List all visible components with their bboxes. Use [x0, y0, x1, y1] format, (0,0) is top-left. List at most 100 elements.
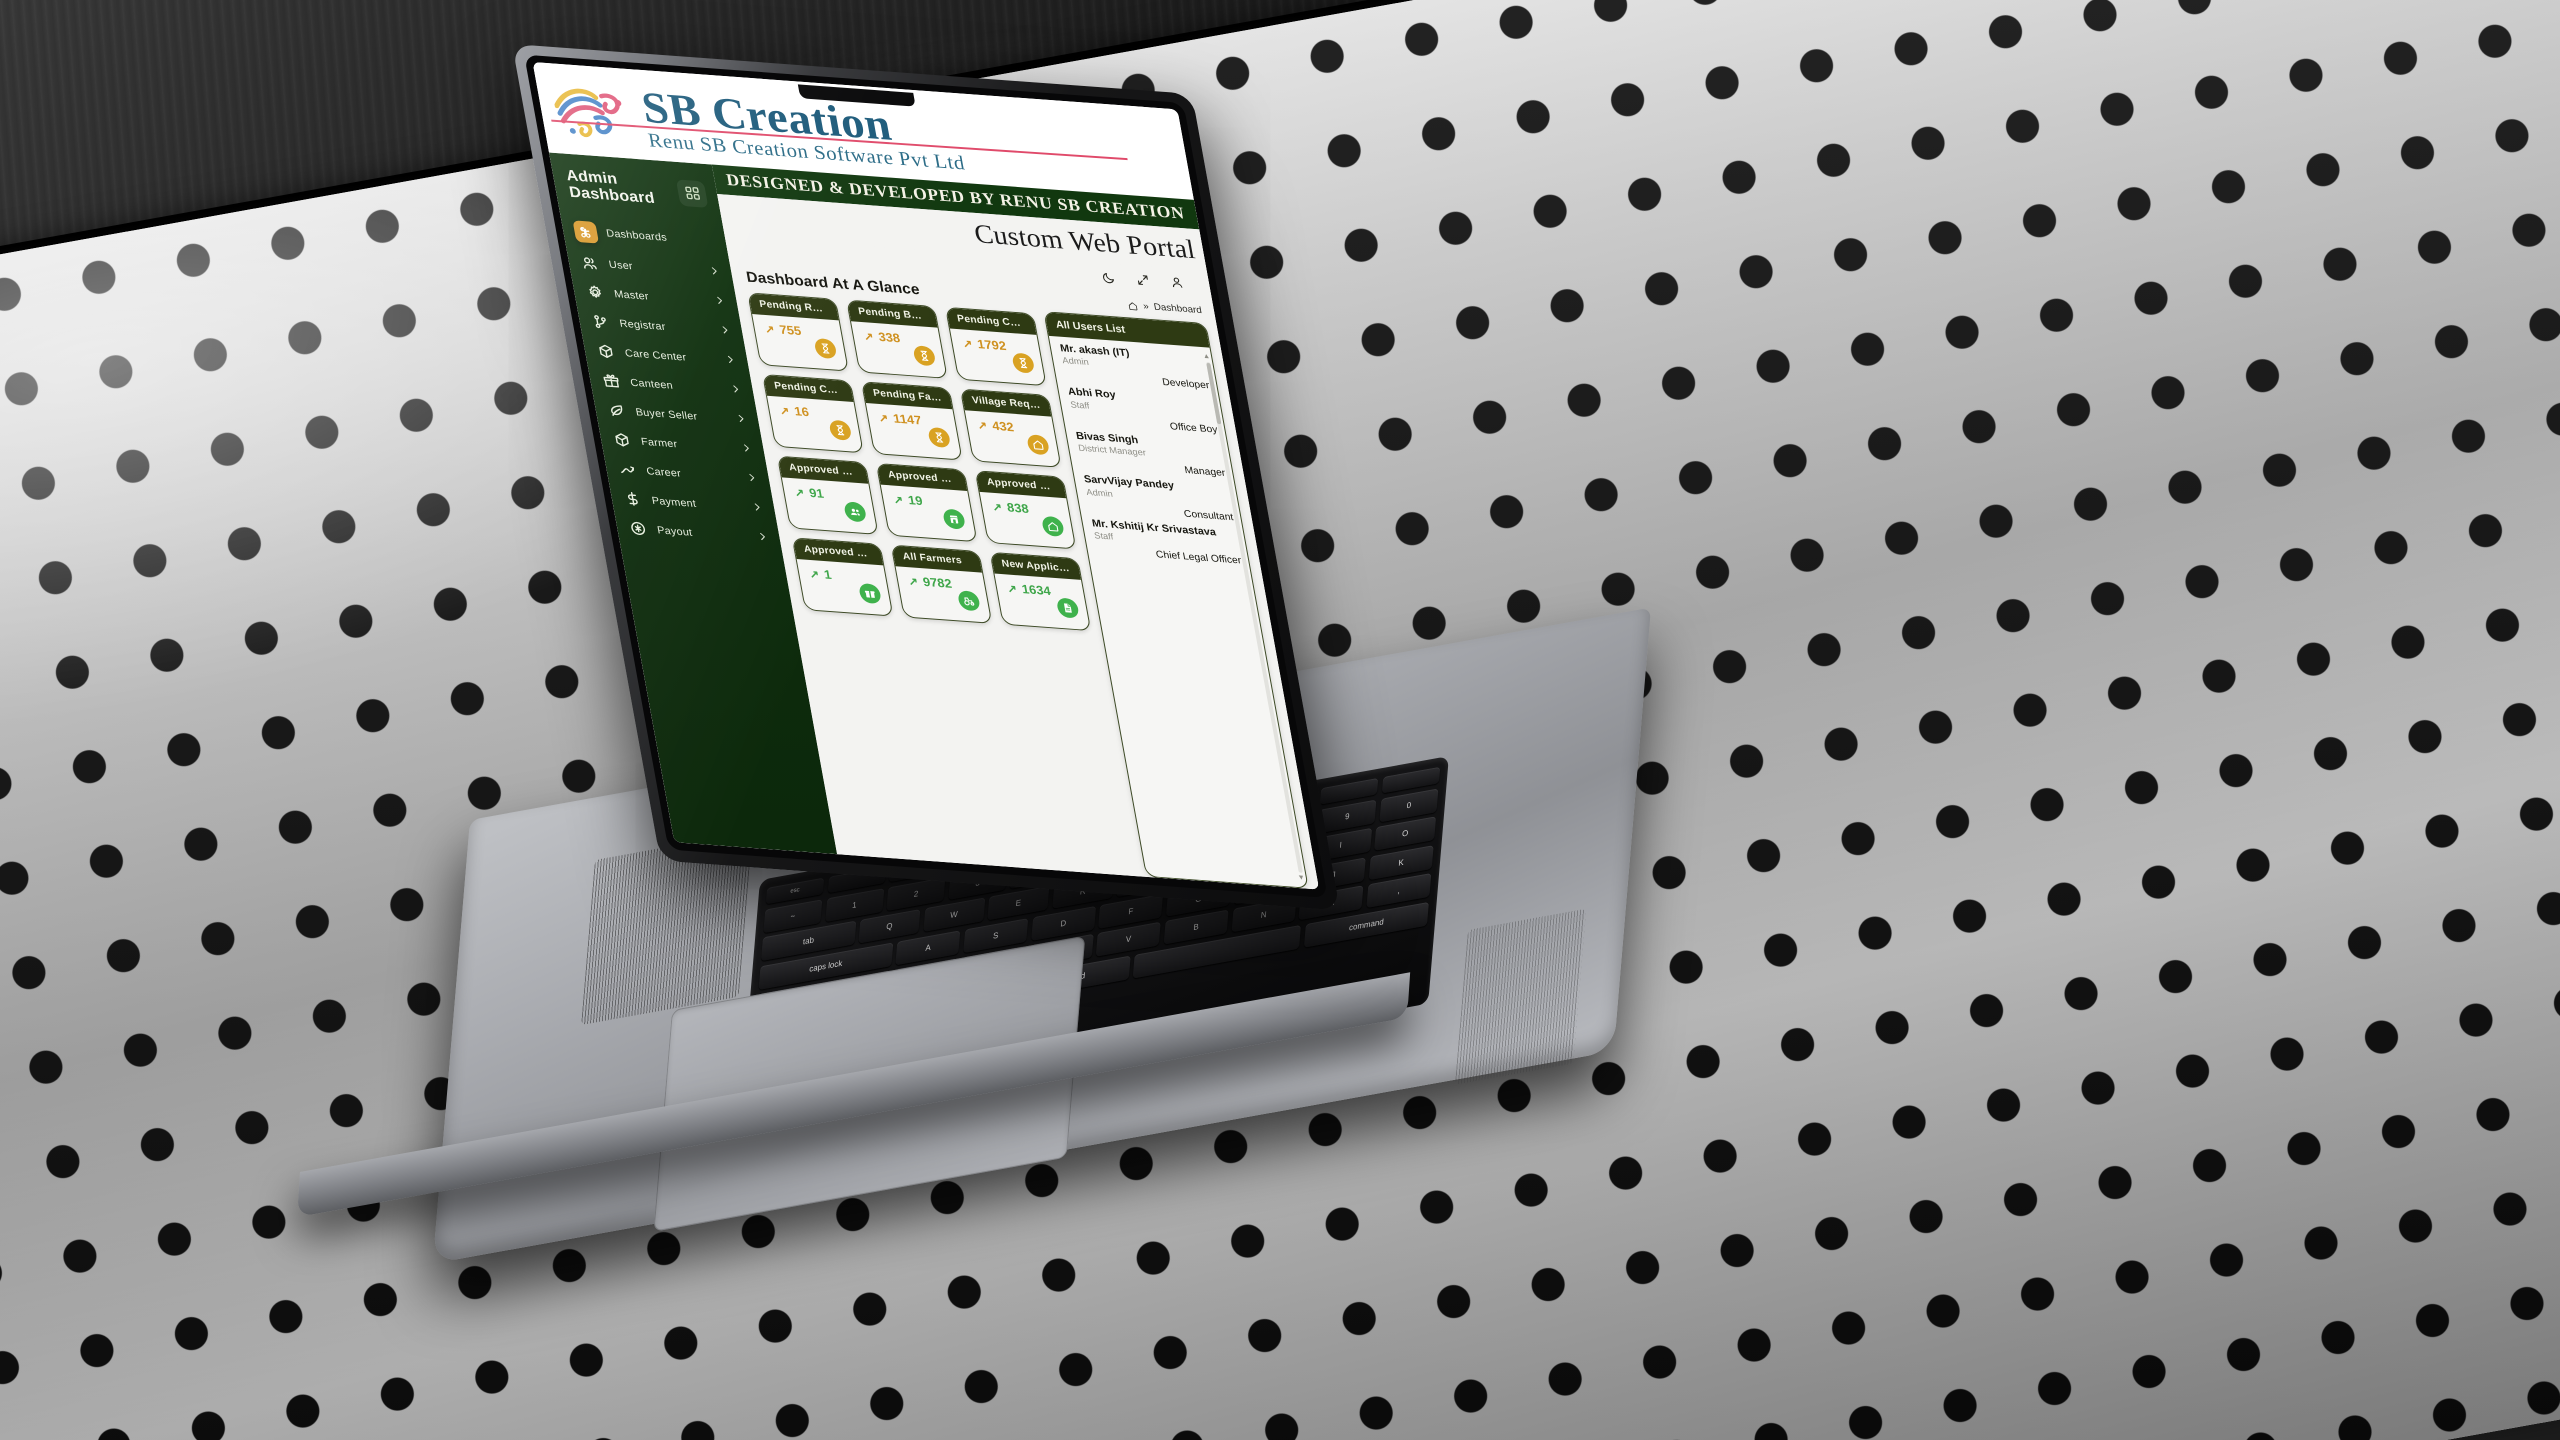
stat-card[interactable]: Pending Buyers/Sellers ↗ 338: [846, 299, 948, 379]
sidebar-item-label: Payout: [656, 524, 694, 539]
chevron-right-icon: [745, 471, 759, 486]
trend-arrow-icon: ↗: [862, 330, 875, 343]
user-list-item[interactable]: SarvVijay Pandey Admin Consultant: [1083, 473, 1234, 523]
stat-card[interactable]: All Farmers ↗ 9782: [890, 544, 993, 624]
chevron-right-icon: [756, 531, 770, 546]
laptop-device: esc ~1 23 45 67 89 0 tab QW ER TY UI: [0, 0, 2560, 1440]
command-icon: [572, 220, 600, 244]
stat-card-value-row: ↗ 1792: [961, 336, 1030, 355]
stat-card-value: 19: [906, 493, 924, 509]
chevron-right-icon: [729, 383, 743, 398]
laptop-lid: SB Creation Renu SB Creation Software Pv…: [512, 44, 1341, 911]
users-list-scrollbar[interactable]: ▲ ▼: [1202, 353, 1305, 882]
stat-card[interactable]: Pending Farmers ↗ 1147: [860, 381, 963, 461]
caret-down-icon[interactable]: ▼: [1297, 874, 1305, 881]
stat-card[interactable]: Approved Registrar ↗ 91: [776, 455, 879, 535]
stat-card-body: ↗ 9782: [896, 566, 991, 618]
users-group-icon: [843, 501, 868, 523]
sidebar-item-label: Payment: [650, 494, 698, 510]
user-list-item[interactable]: Mr. akash (IT) Admin Developer: [1059, 342, 1210, 392]
caret-up-icon[interactable]: ▲: [1202, 353, 1210, 360]
stat-card[interactable]: Approved Canteens ↗ 1: [791, 537, 894, 617]
home-icon: [1026, 434, 1051, 456]
user-list-item[interactable]: Bivas Singh District Manager Manager: [1075, 430, 1226, 480]
app-body: Admin Dashboard Dashboards User Master R…: [549, 152, 1320, 890]
home-icon: [1040, 515, 1066, 537]
chevron-right-icon: [708, 265, 722, 280]
floral-swirl-icon: [554, 88, 622, 138]
trend-arrow-icon: ↗: [976, 419, 989, 432]
store-icon: [941, 508, 967, 530]
doc-icon: [1055, 597, 1080, 619]
stat-card-value: 91: [808, 486, 825, 501]
stat-card-value-row: ↗ 838: [991, 500, 1060, 519]
trend-arrow-icon: ↗: [892, 493, 905, 507]
fullscreen-expand-icon[interactable]: [1133, 271, 1152, 288]
stat-card-body: ↗ 755: [752, 314, 847, 366]
trend-arrow-icon: ↗: [907, 575, 920, 588]
stat-card-value: 9782: [921, 575, 953, 591]
users-icon: [578, 253, 601, 273]
chevron-right-icon: [713, 294, 727, 309]
stat-card-value: 838: [1005, 500, 1030, 516]
trend-arrow-icon: ↗: [961, 337, 974, 351]
stat-card-value: 432: [990, 418, 1015, 435]
stat-card[interactable]: Pending Care Centers ↗ 1792: [944, 306, 1047, 387]
breadcrumb-current[interactable]: Dashboard: [1153, 302, 1203, 316]
stat-card-body: ↗ 432: [965, 410, 1060, 462]
stat-card[interactable]: Pending Registrar ↗ 755: [747, 292, 850, 372]
stat-card-body: ↗ 1792: [950, 329, 1045, 381]
sidebar-item-label: Master: [613, 288, 650, 303]
stat-card-body: ↗ 91: [782, 477, 877, 529]
user-list-item[interactable]: Mr. Kshitij Kr Srivastava Staff Chief Lega…: [1091, 517, 1242, 567]
stat-card-body: ↗ 1147: [866, 403, 961, 455]
git-branch-icon: [589, 312, 612, 332]
stat-card-value-row: ↗ 91: [793, 485, 862, 504]
scene-background: esc ~1 23 45 67 89 0 tab QW ER TY UI: [0, 0, 2560, 1440]
stat-card-body: ↗ 16: [767, 396, 862, 448]
sidebar-header: Admin Dashboard: [551, 162, 721, 212]
chevron-right-icon: [734, 412, 748, 427]
chevron-right-icon: [724, 353, 738, 368]
stat-card-value-row: ↗ 755: [764, 322, 833, 341]
stat-card-body: ↗ 1634: [994, 574, 1089, 626]
hourglass-icon: [813, 337, 838, 360]
gear-icon: [584, 282, 607, 302]
trend-arrow-icon: ↗: [778, 404, 791, 418]
stat-card-value-row: ↗ 19: [892, 492, 961, 511]
hourglass-icon: [912, 345, 937, 367]
sidebar-item-label: Buyer Seller: [634, 406, 699, 423]
stat-card-value: 16: [793, 404, 811, 420]
user-list-item[interactable]: Abhi Roy Staff Office Boy: [1067, 386, 1218, 436]
stat-card[interactable]: Village Request ↗ 432: [959, 388, 1062, 468]
dark-mode-moon-icon[interactable]: [1099, 269, 1118, 286]
stat-card-value: 1: [822, 567, 833, 583]
stat-card-value-row: ↗ 1147: [877, 411, 946, 430]
stat-card[interactable]: New Applications ↗ 1634: [989, 551, 1092, 632]
hourglass-icon: [1011, 352, 1036, 374]
stat-card-value-row: ↗ 338: [863, 329, 932, 348]
stat-card[interactable]: Approved Care Centers↗838: [974, 470, 1077, 550]
box-icon: [595, 341, 618, 361]
stat-card-value: 338: [877, 330, 902, 346]
grid-apps-icon[interactable]: [675, 179, 709, 208]
chevron-right-icon: [718, 324, 732, 339]
sidebar-item-label: User: [607, 258, 634, 273]
breadcrumb-separator: »: [1142, 300, 1150, 313]
user-profile-icon[interactable]: [1167, 274, 1186, 291]
stat-card[interactable]: Approved Buyers/Sellers ↗ 19: [875, 462, 978, 543]
hourglass-icon: [927, 426, 952, 449]
stat-card-value: 755: [778, 322, 803, 339]
stat-card[interactable]: Pending Canteens ↗ 16: [762, 373, 864, 454]
stat-card-value: 1792: [976, 337, 1008, 354]
sidebar-item-label: Registrar: [618, 317, 667, 333]
trend-arrow-icon: ↗: [1006, 582, 1018, 596]
stat-card-value-row: ↗ 9782: [907, 574, 976, 593]
sidebar-item-label: Canteen: [629, 376, 674, 392]
home-icon: [1128, 301, 1138, 310]
trend-arrow-icon: ↗: [763, 323, 776, 336]
trend-arrow-icon: ↗: [793, 486, 806, 499]
trend-arrow-icon: ↗: [991, 501, 1004, 514]
stat-card-value: 1634: [1020, 582, 1052, 599]
trend-arrow-icon: ↗: [877, 412, 890, 425]
